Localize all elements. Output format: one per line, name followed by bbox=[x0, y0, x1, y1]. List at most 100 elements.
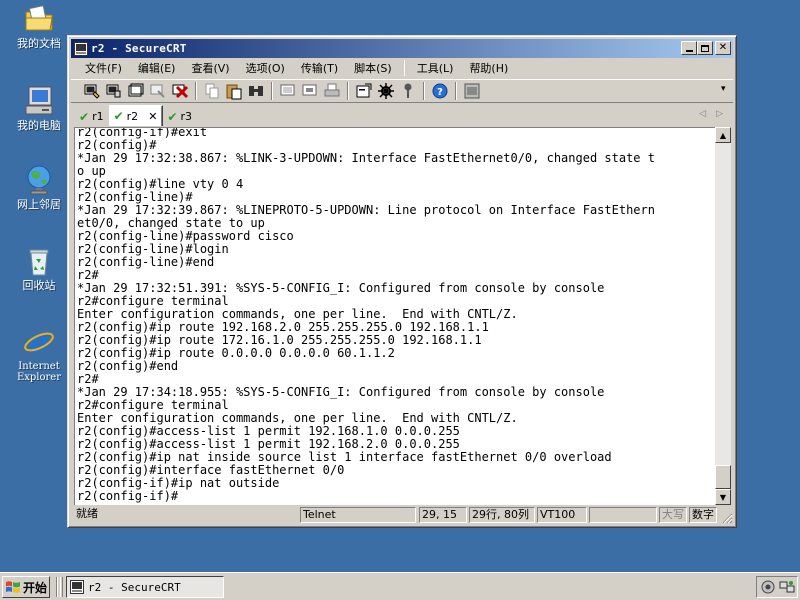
securecrt-app-icon bbox=[70, 580, 84, 594]
terminal-text: r2(config-if)#exit r2(config)# *Jan 29 17:… bbox=[75, 128, 724, 503]
my-documents-icon bbox=[25, 5, 53, 31]
desktop-icon-label-line2: Explorer bbox=[16, 372, 62, 383]
terminal-line: r2(config)#end bbox=[77, 359, 179, 373]
desktop-icon-my-documents[interactable]: 我的文档 bbox=[1, 2, 77, 50]
toolbar-separator bbox=[347, 82, 349, 100]
connect-in-tab-button[interactable] bbox=[125, 81, 147, 101]
desktop-icon-label: 我的文档 bbox=[17, 37, 61, 50]
menu-tools[interactable]: 工具(L) bbox=[417, 60, 454, 76]
desktop-icon-my-computer[interactable]: 我的电脑 bbox=[1, 84, 77, 132]
close-icon: ✕ bbox=[718, 42, 728, 53]
vertical-scrollbar[interactable]: ▲ ▼ bbox=[715, 127, 731, 505]
binoculars-icon bbox=[249, 86, 263, 96]
start-label: 开始 bbox=[22, 580, 47, 595]
scroll-down-button[interactable]: ▼ bbox=[715, 489, 731, 505]
close-button[interactable]: ✕ bbox=[715, 41, 731, 55]
menu-script[interactable]: 脚本(S) bbox=[354, 60, 392, 76]
tab-scroll-right-icon[interactable]: ▷ bbox=[716, 109, 723, 119]
status-cursor-position: 29, 15 bbox=[419, 507, 467, 523]
securecrt-window: r2 - SecureCRT ✕ 文件(F) 编辑(E) 查看(V) 选项(O)… bbox=[67, 35, 737, 528]
tab-scroll-left-icon[interactable]: ◁ bbox=[699, 109, 706, 119]
status-num-lock: 数字 bbox=[689, 507, 717, 523]
help-button[interactable]: ? bbox=[429, 81, 451, 101]
about-button[interactable] bbox=[461, 81, 483, 101]
title-bar[interactable]: r2 - SecureCRT ✕ bbox=[71, 39, 733, 58]
menu-help[interactable]: 帮助(H) bbox=[469, 60, 508, 76]
print-screen-icon bbox=[280, 84, 295, 96]
menu-file[interactable]: 文件(F) bbox=[85, 60, 122, 76]
system-tray bbox=[756, 576, 798, 598]
toolbar-separator bbox=[271, 82, 273, 100]
scroll-up-button[interactable]: ▲ bbox=[715, 127, 731, 143]
printer-button[interactable] bbox=[321, 81, 343, 101]
desktop-icon-label: 我的电脑 bbox=[17, 119, 61, 132]
minimize-button[interactable] bbox=[681, 41, 697, 55]
taskbar-separator bbox=[56, 577, 58, 597]
menu-edit[interactable]: 编辑(E) bbox=[138, 60, 176, 76]
taskbar-grip bbox=[60, 577, 63, 597]
toolbar-chevron-icon[interactable]: ▾ bbox=[721, 85, 729, 98]
start-button[interactable]: 开始 bbox=[2, 576, 50, 598]
taskbar: 开始 r2 - SecureCRT bbox=[0, 572, 800, 600]
terminal-output[interactable]: r2(config-if)#exit r2(config)# *Jan 29 17:… bbox=[74, 127, 724, 505]
maximize-button[interactable] bbox=[697, 41, 713, 55]
find-button[interactable] bbox=[245, 81, 267, 101]
svg-text:e: e bbox=[29, 325, 48, 359]
scroll-thumb[interactable] bbox=[715, 465, 731, 489]
maximize-icon bbox=[701, 44, 709, 52]
tray-security-icon[interactable] bbox=[760, 579, 776, 595]
connected-check-icon: ✔ bbox=[79, 109, 90, 124]
desktop-icon-internet-explorer[interactable]: e Internet Explorer bbox=[1, 325, 77, 383]
connect-button[interactable] bbox=[81, 81, 103, 101]
quick-connect-button[interactable] bbox=[103, 81, 125, 101]
window-icon bbox=[464, 83, 480, 99]
menu-bar: 文件(F) 编辑(E) 查看(V) 选项(O) 传输(T) 脚本(S) 工具(L… bbox=[71, 58, 733, 78]
menu-options[interactable]: 选项(O) bbox=[246, 60, 285, 76]
desktop-icon-label: 网上邻居 bbox=[17, 198, 61, 211]
windows-logo-icon bbox=[5, 581, 20, 593]
recycle-bin-icon bbox=[29, 249, 49, 276]
menu-transfer[interactable]: 传输(T) bbox=[301, 60, 338, 76]
desktop-icon-label-line1: Internet bbox=[18, 361, 60, 372]
connect-icon bbox=[84, 84, 100, 99]
keymap-button[interactable] bbox=[397, 81, 419, 101]
pin-icon bbox=[404, 83, 412, 98]
menu-view[interactable]: 查看(V) bbox=[191, 60, 229, 76]
tab-r3[interactable]: ✔ r3 bbox=[163, 107, 197, 126]
print-button[interactable] bbox=[277, 81, 299, 101]
tab-label: r1 bbox=[92, 110, 104, 123]
copy-button[interactable] bbox=[201, 81, 223, 101]
my-computer-icon bbox=[25, 86, 53, 115]
tab-r2[interactable]: ✔ r2 ✕ bbox=[108, 105, 164, 126]
status-terminal-size: 29行, 80列 bbox=[469, 507, 535, 523]
toolbar-separator bbox=[455, 82, 457, 100]
terminal-line: r2(config-if)# bbox=[77, 489, 179, 503]
status-terminal-type: VT100 bbox=[537, 507, 587, 523]
tab-r1[interactable]: ✔ r1 bbox=[75, 107, 109, 126]
print-selection-button[interactable] bbox=[299, 81, 321, 101]
printer-icon bbox=[324, 83, 340, 97]
desktop-icon-network[interactable]: 网上邻居 bbox=[1, 163, 77, 211]
status-ready: 就绪 bbox=[76, 507, 98, 520]
window-title: r2 - SecureCRT bbox=[91, 42, 187, 55]
minimize-icon bbox=[685, 50, 693, 52]
desktop-icon-label: 回收站 bbox=[22, 279, 56, 292]
tray-network-icon[interactable] bbox=[779, 579, 795, 595]
menu-separator bbox=[403, 60, 405, 76]
gear-icon bbox=[378, 83, 394, 99]
svg-text:?: ? bbox=[437, 87, 443, 98]
resize-grip-icon[interactable] bbox=[721, 512, 733, 524]
close-tab-icon[interactable]: ✕ bbox=[148, 110, 157, 123]
terminal-line: r2(config-line)#end bbox=[77, 255, 215, 269]
session-options-button[interactable] bbox=[353, 81, 375, 101]
quick-connect-icon bbox=[106, 84, 121, 98]
reconnect-button[interactable] bbox=[147, 81, 169, 101]
arrow-down-icon: ▼ bbox=[719, 492, 727, 502]
network-icon bbox=[27, 165, 51, 195]
status-bar: 就绪 Telnet 29, 15 29行, 80列 VT100 大写 数字 bbox=[71, 506, 733, 524]
paste-button[interactable] bbox=[223, 81, 245, 101]
disconnect-button[interactable] bbox=[169, 81, 191, 101]
desktop-icon-recycle-bin[interactable]: 回收站 bbox=[1, 244, 77, 292]
taskbar-item-securecrt[interactable]: r2 - SecureCRT bbox=[66, 576, 224, 598]
global-options-button[interactable] bbox=[375, 81, 397, 101]
